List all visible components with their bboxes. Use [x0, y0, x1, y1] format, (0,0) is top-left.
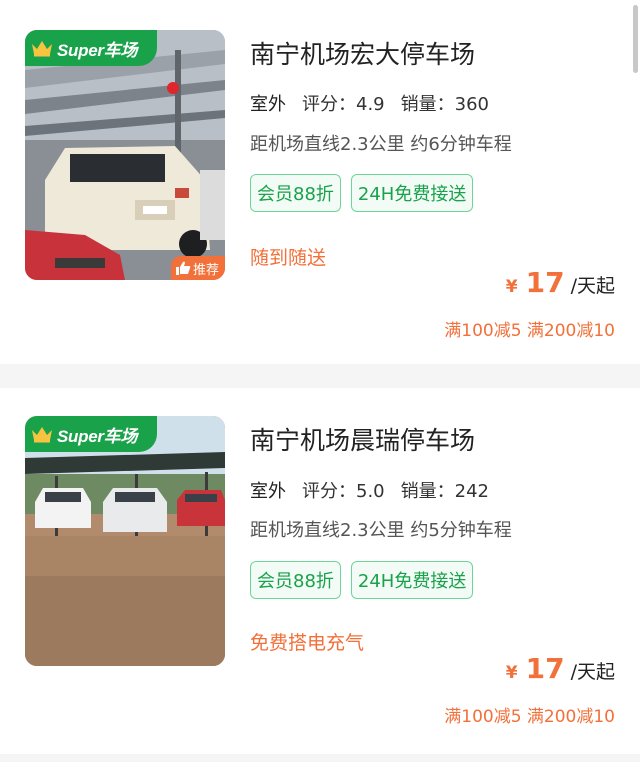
super-parking-badge: Super车场 — [25, 30, 157, 66]
super-badge-label: Super车场 — [57, 40, 138, 60]
feature-tags: 会员88折 24H免费接送 — [250, 561, 474, 599]
parking-title[interactable]: 南宁机场晨瑞停车场 — [250, 421, 475, 457]
crown-icon — [32, 427, 52, 443]
parking-card[interactable]: Super车场 南宁机场晨瑞停车场 室外 评分：5.0 销量：242 距机场直线… — [0, 388, 640, 754]
parking-meta: 室外 评分：5.0 销量：242 — [250, 477, 489, 507]
thumbs-up-icon — [175, 261, 191, 275]
price-unit: /天起 — [570, 661, 615, 683]
currency-symbol: ¥ — [505, 277, 518, 297]
distance-info: 距机场直线2.3公里 约5分钟车程 — [250, 520, 512, 541]
parking-meta: 室外 评分：4.9 销量：360 — [250, 90, 489, 120]
parking-type-label: 室外 — [250, 481, 286, 502]
recommend-label: 推荐 — [192, 262, 219, 278]
rating: 评分：5.0 — [302, 481, 385, 502]
price-amount: 17 — [525, 652, 565, 685]
scrollbar[interactable] — [633, 5, 638, 73]
feature-tags: 会员88折 24H免费接送 — [250, 174, 474, 212]
price: ¥ 17 /天起 — [506, 266, 615, 299]
distance-info: 距机场直线2.3公里 约6分钟车程 — [250, 134, 512, 155]
member-discount-tag: 会员88折 — [250, 561, 341, 599]
service-highlight: 随到随送 — [250, 247, 327, 269]
sales-count: 销量：242 — [400, 481, 489, 502]
price-amount: 17 — [525, 266, 565, 299]
service-highlight: 免费搭电充气 — [250, 632, 365, 654]
shuttle-tag: 24H免费接送 — [350, 174, 474, 212]
super-parking-badge: Super车场 — [25, 416, 157, 452]
price: ¥ 17 /天起 — [506, 652, 615, 685]
crown-icon — [32, 41, 52, 57]
parking-photo[interactable]: Super车场 — [25, 416, 225, 666]
discount-offer: 满100减5 满200减10 — [444, 321, 615, 341]
parking-type-badge: 室外 — [250, 477, 289, 507]
currency-symbol: ¥ — [505, 663, 518, 683]
parking-photo-scene — [25, 416, 225, 666]
shuttle-tag: 24H免费接送 — [350, 561, 474, 599]
rating: 评分：4.9 — [302, 94, 385, 115]
parking-title[interactable]: 南宁机场宏大停车场 — [250, 35, 475, 71]
parking-card[interactable]: Super车场 推荐 南宁机场宏大停车场 室外 评分：4.9 销量：360 距机… — [0, 0, 640, 364]
sales-count: 销量：360 — [400, 94, 489, 115]
parking-photo-scene — [25, 30, 225, 280]
super-badge-label: Super车场 — [57, 426, 138, 446]
price-unit: /天起 — [570, 275, 615, 297]
discount-offer: 满100减5 满200减10 — [444, 707, 615, 727]
parking-type-label: 室外 — [250, 94, 286, 115]
parking-type-badge: 室外 — [250, 90, 289, 120]
recommend-badge: 推荐 — [170, 256, 225, 280]
parking-photo[interactable]: Super车场 推荐 — [25, 30, 225, 280]
member-discount-tag: 会员88折 — [250, 174, 341, 212]
